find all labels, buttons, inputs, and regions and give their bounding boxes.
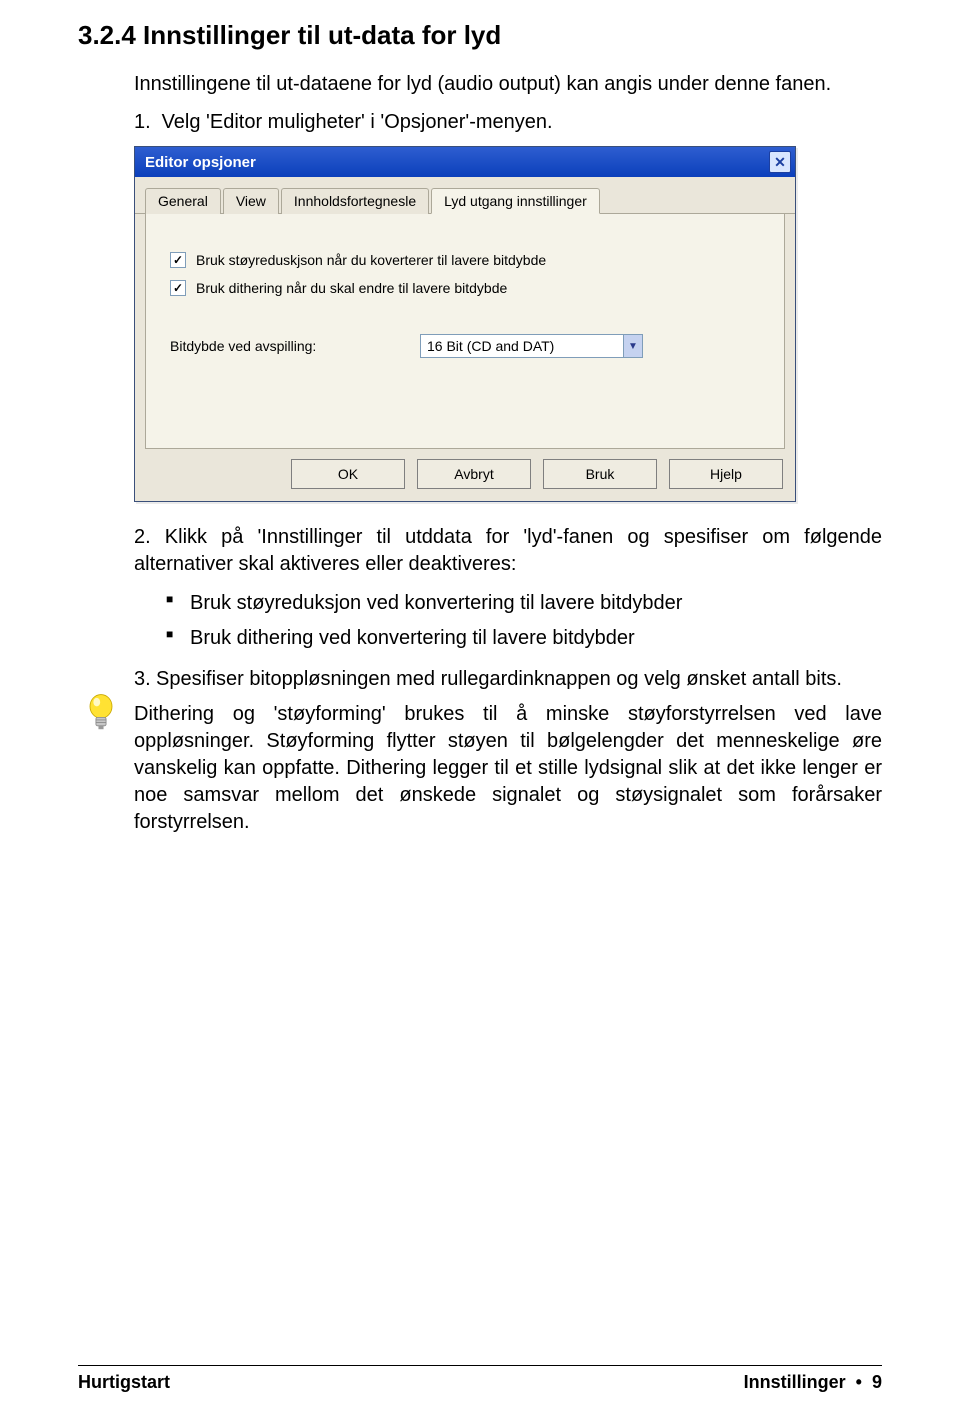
ok-button[interactable]: OK <box>291 459 405 489</box>
footer-left: Hurtigstart <box>78 1372 170 1393</box>
step-3: 3. Spesifiser bitoppløsningen med rulleg… <box>134 666 882 693</box>
bitdepth-select[interactable]: 16 Bit (CD and DAT) ▼ <box>420 334 643 358</box>
editor-options-dialog: Editor opsjoner ✕ General View Innholdsf… <box>134 146 796 502</box>
list-item: Bruk dithering ved konvertering til lave… <box>166 625 882 652</box>
footer-page-number: 9 <box>872 1372 882 1392</box>
step-3-number: 3. <box>134 666 156 693</box>
page-footer: Hurtigstart Innstillinger • 9 <box>78 1365 882 1393</box>
checkbox-dithering[interactable]: Bruk dithering når du skal endre til lav… <box>170 280 760 296</box>
bitdepth-label: Bitdybde ved avspilling: <box>170 338 420 354</box>
close-icon: ✕ <box>774 155 786 169</box>
step-1-number: 1. <box>134 111 156 134</box>
dialog-titlebar: Editor opsjoner ✕ <box>135 147 795 177</box>
step-3-text: Spesifiser bitoppløsningen med rullegard… <box>156 666 842 693</box>
chevron-down-icon: ▼ <box>623 335 642 357</box>
tab-view[interactable]: View <box>223 188 279 214</box>
tab-toc[interactable]: Innholdsfortegnesle <box>281 188 429 214</box>
dialog-button-row: OK Avbryt Bruk Hjelp <box>135 459 795 501</box>
checkbox-icon <box>170 280 186 296</box>
checkbox-noise-reduction-label: Bruk støyreduskjson når du koverterer ti… <box>196 252 546 268</box>
checkbox-noise-reduction[interactable]: Bruk støyreduskjson når du koverterer ti… <box>170 252 760 268</box>
step-2: 2. Klikk på 'Innstillinger til utddata f… <box>134 524 882 578</box>
step-2-text: Klikk på 'Innstillinger til utddata for … <box>134 526 882 575</box>
step-1: 1. Velg 'Editor muligheter' i 'Opsjoner'… <box>134 111 882 134</box>
tab-audio-output[interactable]: Lyd utgang innstillinger <box>431 188 600 214</box>
footer-right: Innstillinger • 9 <box>744 1372 882 1393</box>
options-list: Bruk støyreduksjon ved konvertering til … <box>166 590 882 652</box>
dialog-title: Editor opsjoner <box>145 154 256 171</box>
step-1-text: Velg 'Editor muligheter' i 'Opsjoner'-me… <box>162 111 553 133</box>
footer-section: Innstillinger <box>744 1372 846 1392</box>
checkbox-dithering-label: Bruk dithering når du skal endre til lav… <box>196 280 507 296</box>
tab-general[interactable]: General <box>145 188 221 214</box>
intro-text: Innstillingene til ut-dataene for lyd (a… <box>134 71 882 97</box>
section-heading: 3.2.4 Innstillinger til ut-data for lyd <box>78 20 882 51</box>
step-2-number: 2. <box>134 526 151 548</box>
apply-button[interactable]: Bruk <box>543 459 657 489</box>
checkbox-icon <box>170 252 186 268</box>
list-item: Bruk støyreduksjon ved konvertering til … <box>166 590 882 617</box>
close-button[interactable]: ✕ <box>769 151 791 173</box>
help-button[interactable]: Hjelp <box>669 459 783 489</box>
cancel-button[interactable]: Avbryt <box>417 459 531 489</box>
tip-text: Dithering og 'støyforming' brukes til å … <box>134 701 882 836</box>
bitdepth-value: 16 Bit (CD and DAT) <box>427 338 554 354</box>
dialog-tabs: General View Innholdsfortegnesle Lyd utg… <box>135 177 795 214</box>
lightbulb-icon <box>78 666 124 736</box>
footer-bullet: • <box>851 1372 872 1392</box>
dialog-panel: Bruk støyreduskjson når du koverterer ti… <box>145 214 785 449</box>
